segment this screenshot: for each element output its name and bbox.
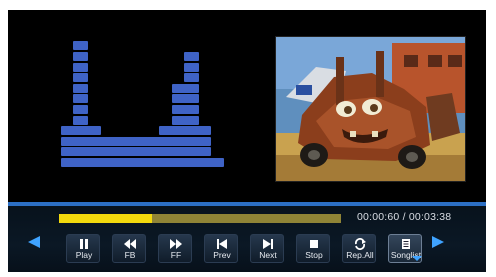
repeat-all-button[interactable]: Rep.All: [342, 234, 376, 263]
previous-button[interactable]: Prev: [204, 234, 238, 263]
equalizer: [61, 37, 224, 167]
time-separator: /: [402, 211, 406, 223]
scroll-right-arrow-icon[interactable]: [432, 236, 444, 248]
control-bar: 00:00:60 / 00:03:38 Play FB FF Prev Next…: [8, 206, 486, 272]
total-time: 00:03:38: [408, 211, 452, 223]
progress-bar[interactable]: [59, 214, 341, 223]
fast-backward-icon: [113, 238, 147, 250]
repeat-all-button-label: Rep.All: [346, 250, 374, 260]
play-button[interactable]: Play: [66, 234, 100, 263]
video-frame: [275, 36, 466, 182]
scroll-down-arrow-icon[interactable]: [412, 256, 422, 261]
next-button-label: Next: [259, 250, 277, 260]
stop-icon: [297, 238, 331, 250]
next-button[interactable]: Next: [250, 234, 284, 263]
video-thumbnail-image: [276, 37, 465, 181]
pause-icon: [67, 238, 101, 250]
fast-backward-button-label: FB: [124, 250, 136, 260]
songlist-icon: [389, 238, 423, 250]
repeat-icon: [343, 238, 377, 250]
fast-backward-button[interactable]: FB: [112, 234, 146, 263]
scroll-left-arrow-icon[interactable]: [28, 236, 40, 248]
play-button-label: Play: [75, 250, 93, 260]
fast-forward-button[interactable]: FF: [158, 234, 192, 263]
previous-icon: [205, 238, 239, 250]
stop-button[interactable]: Stop: [296, 234, 330, 263]
current-time: 00:00:60: [357, 211, 400, 223]
equalizer-bar: [208, 37, 224, 167]
previous-button-label: Prev: [213, 250, 231, 260]
equalizer-block: [208, 158, 224, 167]
player-screen: 00:00:60 / 00:03:38 Play FB FF Prev Next…: [8, 10, 486, 272]
fast-forward-icon: [159, 238, 193, 250]
progress-fill: [59, 214, 153, 223]
time-readout: 00:00:60 / 00:03:38: [357, 211, 477, 225]
fast-forward-button-label: FF: [170, 250, 182, 260]
next-icon: [251, 238, 285, 250]
stop-button-label: Stop: [305, 250, 323, 260]
